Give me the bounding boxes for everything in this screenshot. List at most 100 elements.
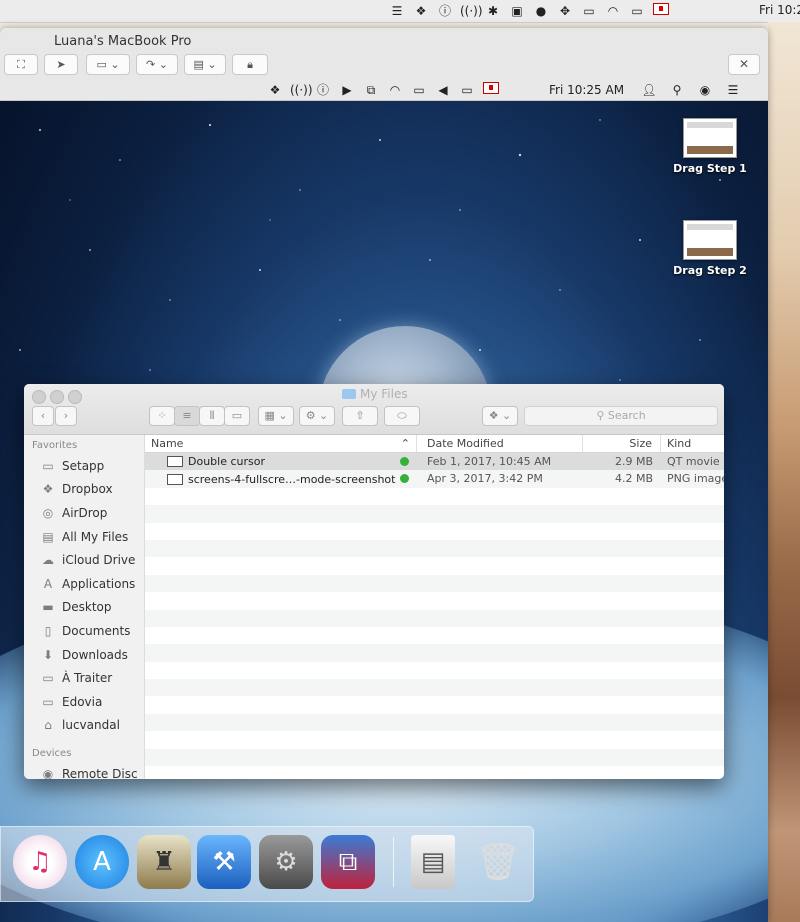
airplay-icon[interactable]: ▭ — [580, 2, 598, 20]
dropbox-icon[interactable]: ❖ — [266, 81, 284, 99]
transmit-icon[interactable]: ♜ — [137, 835, 191, 889]
list-view-button[interactable]: ≡ — [174, 406, 200, 426]
column-view-button[interactable]: ⫴ — [199, 406, 225, 426]
lock-button[interactable]: 🔒︎ — [232, 54, 268, 75]
battery-icon[interactable]: ▭ — [458, 81, 476, 99]
wallpaper-strip — [768, 22, 800, 922]
cover-flow-button[interactable]: ▭ — [224, 406, 250, 426]
itunes-icon[interactable]: ♫ — [13, 835, 67, 889]
sidebar-item-a-traiter[interactable]: ▭ À Traiter — [24, 666, 144, 690]
favorites-heading: Favorites — [32, 440, 78, 451]
spotlight-icon[interactable]: ⚲ — [668, 81, 686, 99]
display-menu-button[interactable]: ▭ ⌄ — [86, 54, 130, 75]
trash-icon[interactable]: 🗑︎ — [471, 835, 525, 889]
info-icon[interactable]: ⓘ — [314, 81, 332, 99]
desktop-icon-drag-step-2[interactable]: Drag Step 2 — [670, 220, 750, 277]
folder-icon: ▭ — [42, 458, 54, 473]
close-button[interactable]: ✕ — [728, 54, 760, 75]
home-icon: ⌂ — [44, 718, 52, 733]
empty-row — [145, 731, 724, 748]
truck-icon[interactable]: ▶ — [338, 81, 356, 99]
share-button[interactable]: ⇧ — [342, 406, 378, 426]
flag-icon[interactable] — [482, 81, 500, 99]
close-window-button[interactable] — [32, 390, 46, 404]
tags-button[interactable]: ⬭ — [384, 406, 420, 426]
host-menubar: ☰ ❖ ⓘ ((·)) ✱ ▣ ● ✥ ▭ ◠ ▭ Fri 10:2 — [0, 0, 800, 23]
sidebar-item-airdrop[interactable]: ◎ AirDrop — [24, 501, 144, 525]
vmware-icon[interactable]: ⧉ — [321, 835, 375, 889]
icon-view-button[interactable]: ⁘ — [149, 406, 175, 426]
sidebar-item-applications[interactable]: A Applications — [24, 572, 144, 596]
action-gear-button[interactable]: ⚙ ⌄ — [299, 406, 335, 426]
back-button[interactable]: ‹ — [32, 406, 54, 426]
table-row[interactable]: screens-4-fullscre…-mode-screenshot Apr … — [145, 470, 724, 488]
empty-row — [145, 662, 724, 679]
dropbox-menu-button[interactable]: ❖ ⌄ — [482, 406, 518, 426]
arrange-button[interactable]: ▦ ⌄ — [258, 406, 294, 426]
sidebar-item-desktop[interactable]: ▬ Desktop — [24, 596, 144, 620]
sidebar-item-all-my-files[interactable]: ▤ All My Files — [24, 525, 144, 549]
remote-status-icons: ❖ ((·)) ⓘ ▶ ⧉ ◠ ▭ ◀ ▭ — [266, 81, 500, 99]
notification-center-icon[interactable]: ☰ — [724, 81, 742, 99]
finder-toolbar: My Files ‹ › ⁘ ≡ ⫴ ▭ ▦ ⌄ ⚙ ⌄ ⇧ ⬭ ❖ ⌄ ⚲ S… — [24, 384, 724, 435]
redo-menu-button[interactable]: ↷ ⌄ — [136, 54, 178, 75]
sidebar-item-remote-disc[interactable]: ◉ Remote Disc — [24, 762, 144, 779]
sidebar-item-edovia[interactable]: ▭ Edovia — [24, 690, 144, 714]
wifi-icon[interactable]: ◠ — [386, 81, 404, 99]
applications-icon: A — [43, 576, 53, 591]
cloud-icon: ☁ — [42, 553, 54, 568]
stack-icon[interactable]: ☰ — [388, 2, 406, 20]
fit-screen-button[interactable]: ⛶ — [4, 54, 38, 75]
remote-clock[interactable]: Fri 10:25 AM — [549, 83, 624, 97]
table-row[interactable]: Double cursor Feb 1, 2017, 10:45 AM 2.9 … — [145, 453, 724, 471]
sidebar-item-lucvandal[interactable]: ⌂ lucvandal — [24, 714, 144, 738]
battery-icon[interactable]: ▭ — [628, 2, 646, 20]
info-icon[interactable]: ⓘ — [436, 2, 454, 20]
bluetooth-icon[interactable]: ✱ — [484, 2, 502, 20]
column-header-size[interactable]: Size — [583, 435, 661, 452]
finder-sidebar: Favorites ▭ Setapp ❖ Dropbox ◎ AirDrop ▤ All… — [24, 435, 145, 779]
sidebar-item-documents[interactable]: ▯ Documents — [24, 619, 144, 643]
system-preferences-icon[interactable]: ⚙ — [259, 835, 313, 889]
empty-row — [145, 627, 724, 644]
forward-button[interactable]: › — [55, 406, 77, 426]
t-icon[interactable]: ● — [532, 2, 550, 20]
volume-icon[interactable]: ◀ — [434, 81, 452, 99]
user-icon[interactable]: 👤︎ — [640, 81, 658, 99]
dock-separator — [393, 837, 394, 887]
empty-row — [145, 713, 724, 732]
installer-icon[interactable]: ▤ — [411, 835, 455, 889]
empty-row — [145, 557, 724, 574]
airplay-icon[interactable]: ▭ — [410, 81, 428, 99]
clipboard-menu-button[interactable]: ▤ ⌄ — [184, 54, 226, 75]
dropbox-icon[interactable]: ❖ — [412, 2, 430, 20]
search-input[interactable]: ⚲ Search — [524, 406, 718, 426]
pointer-button[interactable]: ➤ — [44, 54, 78, 75]
sidebar-item-icloud-drive[interactable]: ☁ iCloud Drive — [24, 548, 144, 572]
empty-row — [145, 505, 724, 523]
remote-screen[interactable]: ❖ ((·)) ⓘ ▶ ⧉ ◠ ▭ ◀ ▭ Fri 10:25 AM 👤︎ ⚲ … — [0, 80, 768, 922]
wireless-icon[interactable]: ((·)) — [460, 2, 483, 20]
column-header-name[interactable]: Name ⌃ — [145, 435, 417, 452]
minimize-window-button[interactable] — [50, 390, 64, 404]
sidebar-item-dropbox[interactable]: ❖ Dropbox — [24, 478, 144, 502]
app-store-icon[interactable]: A — [75, 835, 129, 889]
wifi-icon[interactable]: ◠ — [604, 2, 622, 20]
column-header-date[interactable]: Date Modified — [417, 435, 583, 452]
screens-icon[interactable]: ⧉ — [362, 81, 380, 99]
zoom-window-button[interactable] — [68, 390, 82, 404]
desktop-icon-drag-step-1[interactable]: Drag Step 1 — [670, 118, 750, 175]
calendar-icon[interactable]: ▣ — [508, 2, 526, 20]
move-icon[interactable]: ✥ — [556, 2, 574, 20]
finder-window: My Files ‹ › ⁘ ≡ ⫴ ▭ ▦ ⌄ ⚙ ⌄ ⇧ ⬭ ❖ ⌄ ⚲ S… — [24, 384, 724, 779]
column-header-kind[interactable]: Kind — [661, 435, 724, 452]
wireless-icon[interactable]: ((·)) — [290, 81, 313, 99]
host-clock[interactable]: Fri 10:2 — [759, 3, 800, 17]
xcode-icon[interactable]: ⚒ — [197, 835, 251, 889]
sidebar-item-downloads[interactable]: ⬇ Downloads — [24, 643, 144, 667]
empty-row — [145, 574, 724, 593]
flag-icon[interactable] — [652, 2, 670, 20]
siri-icon[interactable]: ◉ — [696, 81, 714, 99]
sidebar-item-setapp[interactable]: ▭ Setapp — [24, 454, 144, 478]
sync-check-icon — [400, 457, 409, 466]
